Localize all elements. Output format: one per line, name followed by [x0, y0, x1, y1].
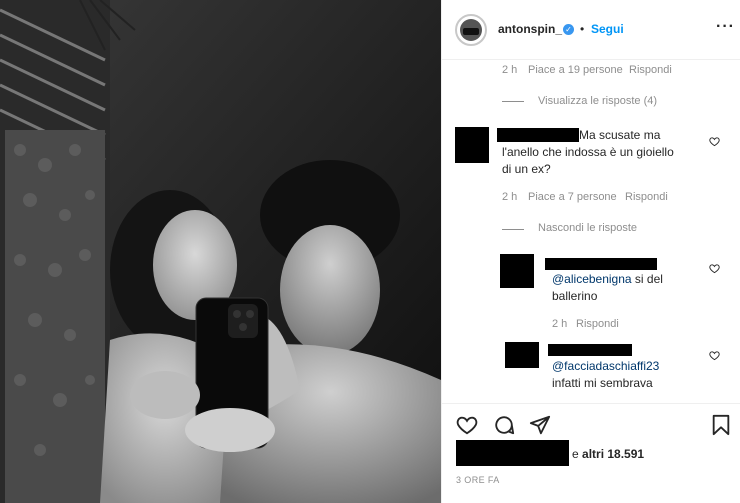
liker-names-redacted: [456, 440, 569, 466]
bookmark-icon[interactable]: [710, 414, 732, 436]
replier-username-redacted: [548, 344, 632, 356]
post-header: antonspin_ ✓ • Segui ···: [442, 0, 740, 60]
post-sidebar: antonspin_ ✓ • Segui ··· 2 h Piace a 19 …: [441, 0, 740, 503]
comment-icon[interactable]: [493, 414, 515, 436]
reply-text: infatti mi sembrava: [552, 376, 653, 390]
comment-likes[interactable]: Piace a 7 persone: [528, 191, 617, 203]
reply-text: @alicebenigna si del: [552, 271, 663, 288]
reply-text: ballerino: [552, 289, 598, 303]
reply-time: 2 h: [552, 318, 568, 330]
comment-text: l'anello che indossa è un gioiello: [502, 145, 674, 159]
reply-mention[interactable]: @alicebenigna: [552, 272, 632, 286]
replies-divider: [502, 101, 524, 102]
heart-icon[interactable]: [456, 414, 478, 436]
comment-text: di un ex?: [502, 162, 551, 176]
commenter-username-redacted: [497, 128, 579, 142]
reply-like-heart-icon[interactable]: [709, 263, 720, 274]
avatar[interactable]: [455, 14, 487, 46]
likes-count[interactable]: e altri 18.591: [572, 447, 644, 461]
reply-button[interactable]: Rispondi: [625, 191, 668, 203]
verified-badge-icon: ✓: [563, 24, 574, 35]
replies-divider: [502, 229, 524, 230]
post-timestamp: 3 ORE FA: [456, 475, 500, 485]
post-photo[interactable]: [0, 0, 441, 503]
follow-button[interactable]: Segui: [591, 22, 624, 36]
comment-text: Ma scusate ma: [579, 128, 661, 142]
avatar-image: [460, 19, 482, 41]
comment-time: 2 h: [502, 191, 518, 203]
reply-like-heart-icon[interactable]: [709, 350, 720, 361]
share-icon[interactable]: [529, 414, 551, 436]
more-options-icon[interactable]: ···: [716, 18, 735, 36]
reply-mention: @facciadaschiaffi23: [552, 358, 659, 375]
replier-avatar-redacted: [505, 342, 539, 368]
reply-button[interactable]: Rispondi: [629, 64, 672, 76]
comment-likes[interactable]: Piace a 19 persone: [528, 64, 623, 76]
hide-replies-button[interactable]: Nascondi le risposte: [538, 222, 637, 234]
reply-button[interactable]: Rispondi: [576, 318, 619, 330]
replier-username-redacted: [545, 258, 657, 270]
comment-like-heart-icon[interactable]: [709, 136, 720, 147]
commenter-avatar-redacted: [455, 127, 489, 163]
reply-mention-link[interactable]: @facciadaschiaffi23: [552, 359, 659, 373]
post-photo-image: [0, 0, 441, 503]
likes-others[interactable]: altri 18.591: [582, 447, 644, 461]
view-replies-button[interactable]: Visualizza le risposte (4): [538, 95, 657, 107]
username[interactable]: antonspin_: [498, 22, 562, 36]
post-actions: e altri 18.591 3 ORE FA: [442, 403, 740, 503]
separator-dot: •: [580, 22, 585, 36]
replier-avatar-redacted: [500, 254, 534, 288]
comment-time: 2 h: [502, 64, 518, 76]
reply-text-part: si del: [631, 272, 663, 286]
likes-and: e: [572, 447, 579, 461]
